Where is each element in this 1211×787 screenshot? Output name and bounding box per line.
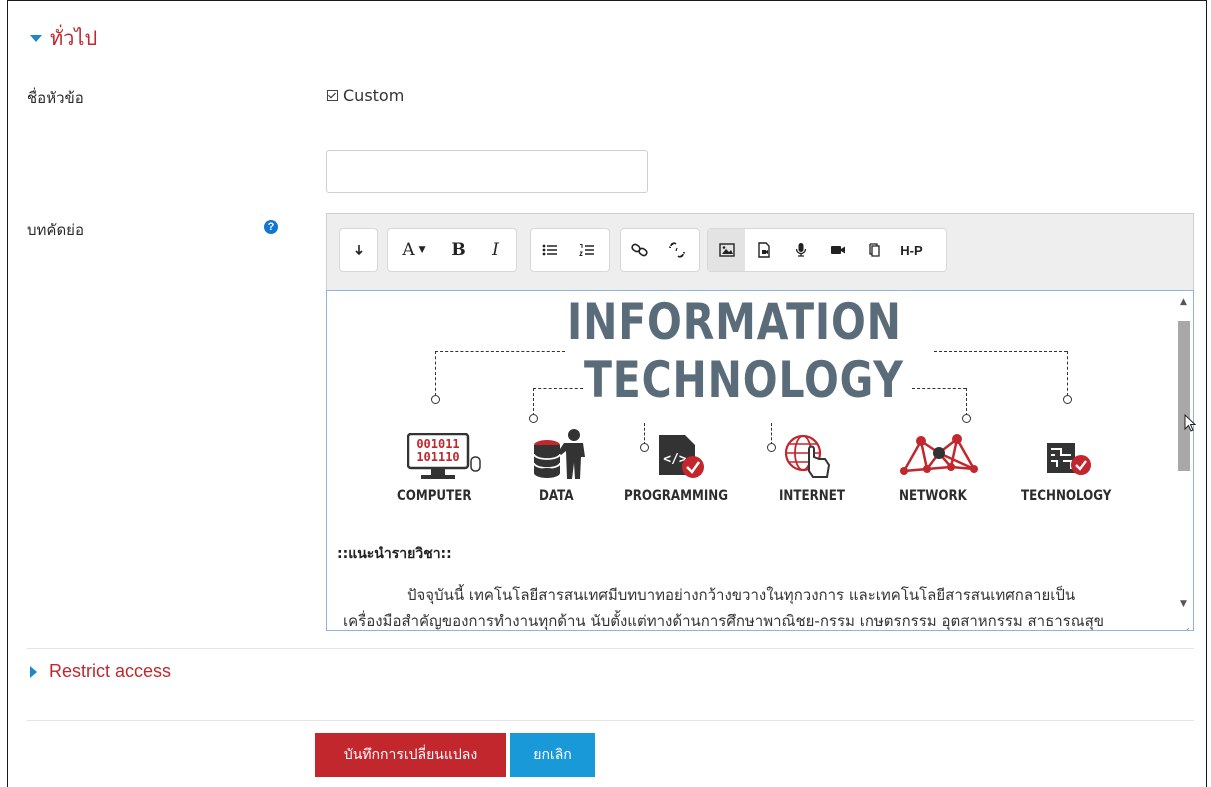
computer-icon: 001011 101110: [406, 432, 483, 485]
circuit-chip-icon: [1045, 441, 1093, 481]
media-icon[interactable]: [745, 229, 782, 271]
scroll-down-icon[interactable]: ▼: [1180, 599, 1187, 609]
section-divider: [27, 648, 1194, 649]
help-icon[interactable]: ?: [264, 220, 278, 234]
toolbar-group-toggle: [339, 228, 378, 272]
caret-right-icon: [30, 665, 37, 678]
topic-name-input[interactable]: [326, 150, 648, 193]
manage-files-icon[interactable]: [856, 229, 893, 271]
italic-icon[interactable]: I: [477, 229, 514, 271]
intro-paragraph-line-1: ปัจจุบันนี้ เทคโนโลยีสารสนเทศมีบทบาทอย่า…: [407, 586, 1076, 604]
save-changes-button[interactable]: บันทึกการเปลี่ยนแปลง: [315, 733, 506, 777]
caret-down-icon: [30, 34, 42, 42]
database-person-icon: [531, 427, 591, 485]
section-restrict-toggle[interactable]: Restrict access: [30, 661, 171, 682]
scrollbar-thumb[interactable]: [1178, 321, 1190, 471]
mouse-cursor-icon: [1184, 413, 1197, 438]
globe-hand-icon: [783, 433, 833, 485]
section-restrict-title: Restrict access: [49, 661, 172, 681]
label-computer: COMPUTER: [397, 488, 472, 504]
custom-checkbox[interactable]: Custom: [327, 86, 404, 105]
editor-toolbar: A ▼ B I H-P: [326, 213, 1194, 291]
banner-title-line-1: INFORMATION: [567, 293, 902, 351]
label-internet: INTERNET: [779, 488, 846, 504]
scroll-up-icon[interactable]: ▲: [1180, 297, 1187, 307]
label-technology: TECHNOLOGY: [1021, 488, 1112, 504]
label-data: DATA: [539, 488, 574, 504]
course-intro-heading: ::แนะนำรายวิชา::: [337, 546, 452, 562]
custom-checkbox-label: Custom: [343, 86, 405, 105]
svg-text:001011: 001011: [416, 437, 459, 451]
section-general-title: ทั่วไป: [50, 26, 98, 50]
image-icon[interactable]: [708, 229, 745, 271]
link-icon[interactable]: [621, 229, 658, 271]
toolbar-collapse-icon[interactable]: [340, 229, 377, 271]
summary-label: บทคัดย่อ: [27, 221, 84, 239]
code-file-icon: </>: [657, 433, 707, 485]
resize-handle-icon[interactable]: [1182, 620, 1190, 630]
label-programming: PROGRAMMING: [624, 488, 728, 504]
bold-icon[interactable]: B: [440, 229, 477, 271]
section-divider-bottom: [27, 720, 1194, 721]
toolbar-group-media: H-P: [707, 228, 947, 272]
unlink-icon[interactable]: [658, 229, 695, 271]
font-color-icon[interactable]: A ▼: [388, 229, 440, 271]
unordered-list-icon[interactable]: [531, 229, 568, 271]
cancel-button[interactable]: ยกเลิก: [510, 733, 595, 777]
ordered-list-icon[interactable]: [568, 229, 605, 271]
label-network: NETWORK: [899, 488, 967, 504]
toolbar-group-text: A ▼ B I: [387, 228, 517, 272]
banner-title-line-2: TECHNOLOGY: [584, 351, 904, 409]
toolbar-group-links: [620, 228, 700, 272]
editor-scrollbar[interactable]: ▲ ▼: [1177, 295, 1191, 625]
summary-editor[interactable]: INFORMATION TECHNOLOGY 001011 101110 </>…: [326, 290, 1194, 631]
svg-text:101110: 101110: [416, 450, 459, 464]
h5p-icon[interactable]: H-P: [893, 229, 930, 271]
topic-name-label: ชื่อหัวข้อ: [27, 89, 84, 107]
section-general-toggle[interactable]: ทั่วไป: [30, 22, 97, 54]
network-nodes-icon: [899, 433, 979, 479]
toolbar-group-lists: [530, 228, 610, 272]
intro-paragraph-line-2: เครื่องมือสำคัญของการทำงานทุกด้าน นับตั้…: [343, 612, 1105, 630]
checkbox-checked-icon[interactable]: [327, 90, 338, 101]
record-audio-icon[interactable]: [782, 229, 819, 271]
record-video-icon[interactable]: [819, 229, 856, 271]
